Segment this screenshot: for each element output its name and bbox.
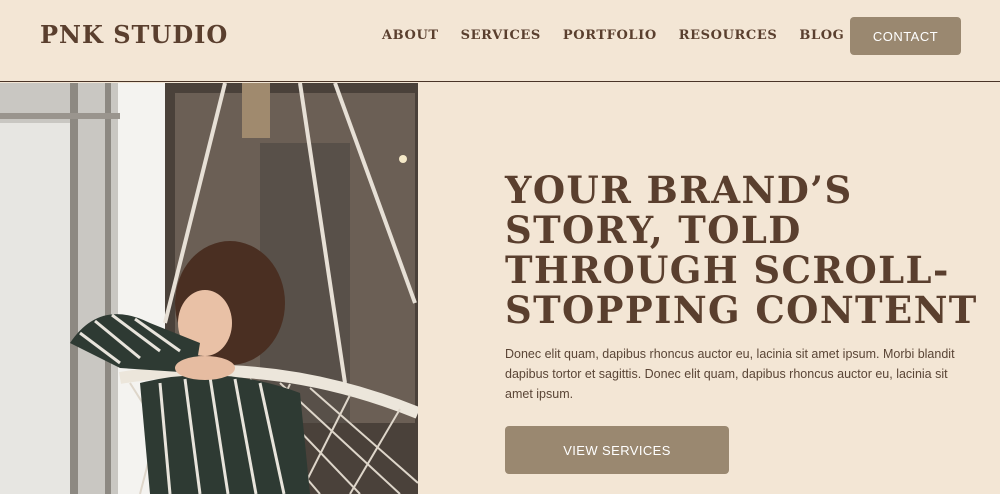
hero-headline: YOUR BRAND’S STORY, TOLD THROUGH SCROLL-…	[505, 168, 978, 332]
hero-image	[0, 83, 418, 494]
hero-content: YOUR BRAND’S STORY, TOLD THROUGH SCROLL-…	[505, 168, 978, 404]
nav-item-about[interactable]: ABOUT	[382, 28, 439, 43]
headline-line: STORY, TOLD	[505, 208, 802, 252]
headline-line: YOUR BRAND’S	[505, 168, 853, 212]
site-header: PNK STUDIO ABOUT SERVICES PORTFOLIO RESO…	[0, 0, 1000, 82]
nav-item-blog[interactable]: BLOG	[799, 28, 844, 43]
nav-item-services[interactable]: SERVICES	[461, 28, 541, 43]
nav-item-portfolio[interactable]: PORTFOLIO	[563, 28, 657, 43]
headline-line: STOPPING CONTENT	[505, 288, 978, 332]
main-nav: ABOUT SERVICES PORTFOLIO RESOURCES BLOG	[382, 28, 866, 43]
view-services-button[interactable]: VIEW SERVICES	[505, 426, 729, 474]
nav-item-resources[interactable]: RESOURCES	[679, 28, 778, 43]
headline-line: THROUGH SCROLL-	[505, 248, 950, 292]
brand-logo[interactable]: PNK STUDIO	[40, 20, 228, 49]
hero-body-text: Donec elit quam, dapibus rhoncus auctor …	[505, 347, 955, 401]
contact-button[interactable]: CONTACT	[850, 17, 961, 55]
